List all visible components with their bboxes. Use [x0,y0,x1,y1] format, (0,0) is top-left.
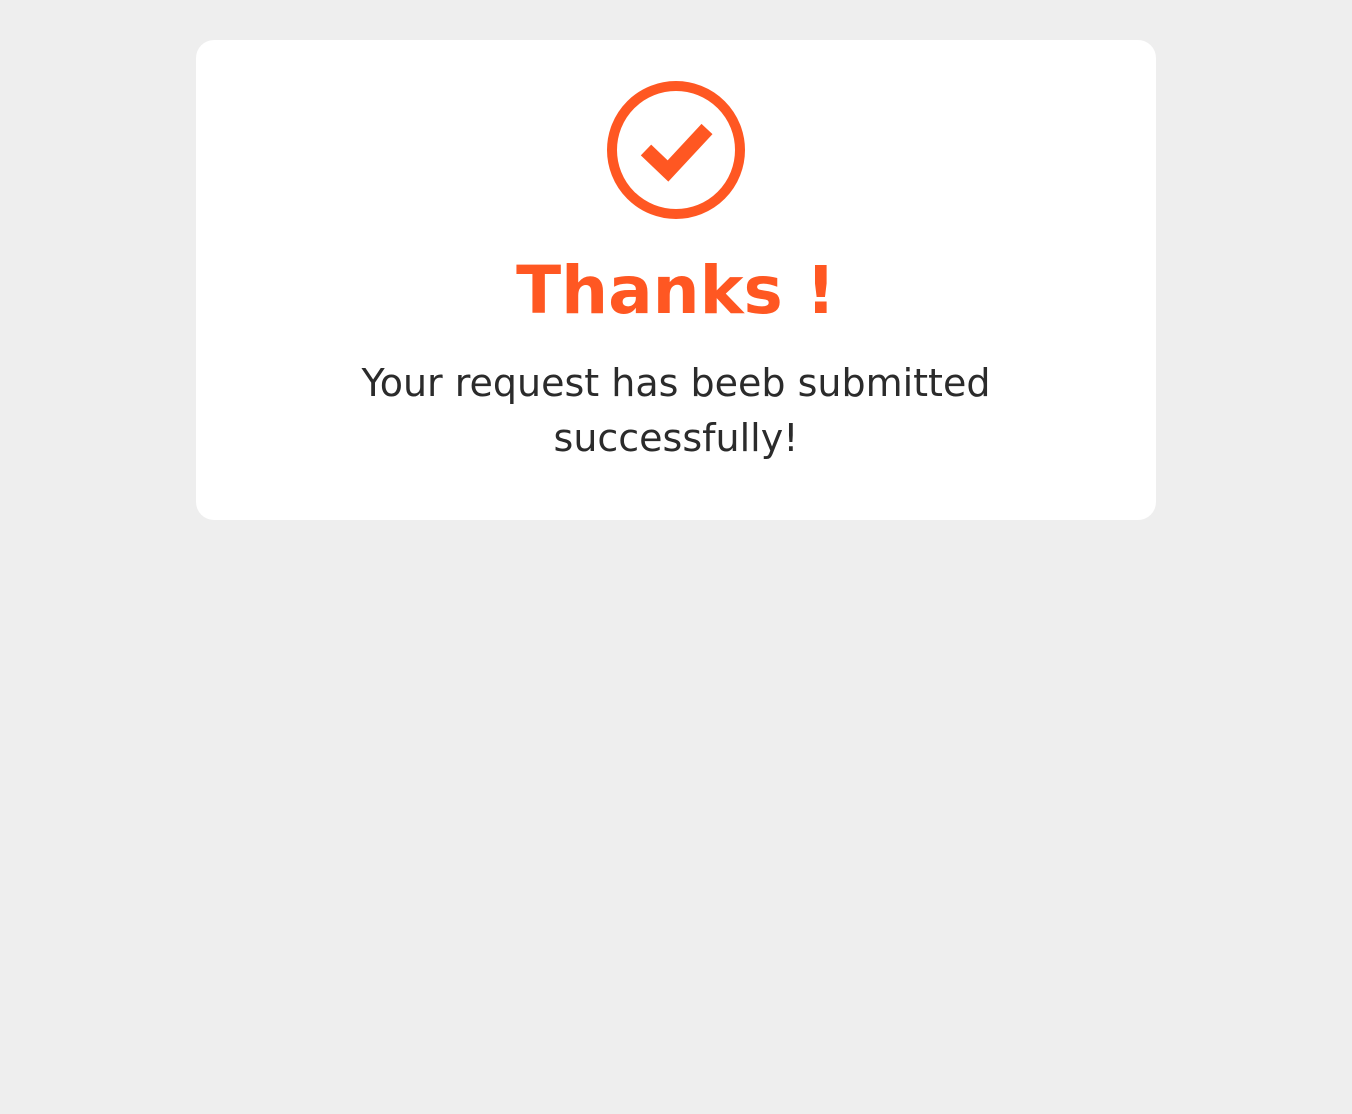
confirmation-message: Your request has beeb submitted successf… [361,361,991,460]
check-circle-icon [606,80,746,220]
page: { "confirmation": { "icon": "check-circl… [0,0,1352,1114]
confirmation-title: Thanks ! [516,252,836,329]
